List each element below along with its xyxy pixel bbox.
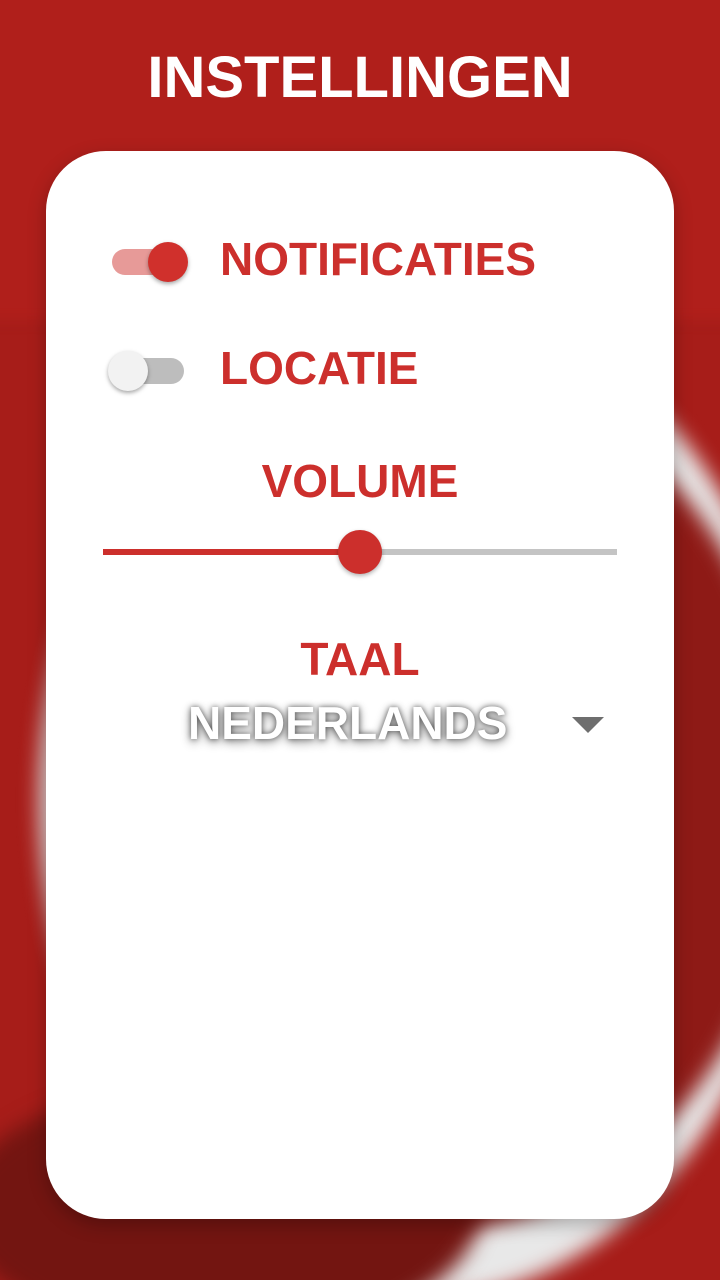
volume-label: VOLUME [261, 455, 459, 507]
notifications-toggle[interactable] [108, 241, 188, 282]
notifications-row: NOTIFICATIES [46, 229, 674, 289]
location-toggle[interactable] [108, 350, 188, 391]
volume-slider[interactable] [103, 529, 617, 575]
slider-fill [103, 549, 360, 555]
toggle-thumb [148, 242, 188, 282]
language-label: TAAL [300, 633, 420, 685]
location-label: LOCATIE [220, 342, 419, 394]
page-title: INSTELLINGEN [147, 45, 573, 110]
language-dropdown[interactable]: NEDERLANDS [176, 691, 616, 755]
notifications-label: NOTIFICATIES [220, 233, 537, 285]
location-row: LOCATIE [46, 338, 674, 398]
slider-thumb[interactable] [338, 530, 382, 574]
settings-card: NOTIFICATIES LOCATIE VOLUME TAAL NEDERLA… [46, 151, 674, 1219]
settings-screen: INSTELLINGEN NOTIFICATIES LOCATIE VOLUME… [0, 0, 720, 1280]
toggle-thumb [108, 351, 148, 391]
language-selected-value: NEDERLANDS [188, 697, 508, 749]
chevron-down-icon [572, 717, 604, 733]
